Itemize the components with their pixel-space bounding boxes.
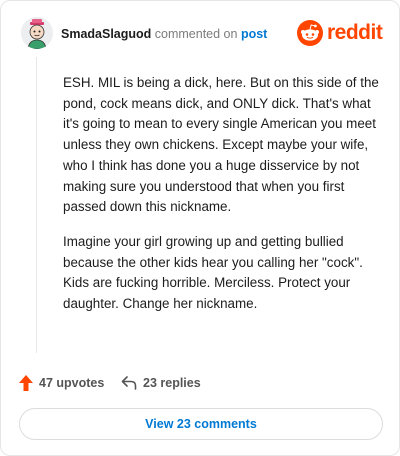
comment-paragraph: ESH. MIL is being a dick, here. But on t…: [63, 75, 379, 215]
view-comments-button[interactable]: View 23 comments: [19, 408, 383, 440]
replies-button[interactable]: 23 replies: [121, 373, 201, 393]
comment-meta: SmadaSlaguod commented on post: [61, 26, 267, 42]
comment-card: SmadaSlaguod commented on post reddit ES…: [0, 0, 400, 456]
username-link[interactable]: SmadaSlaguod: [61, 27, 151, 41]
user-avatar[interactable]: [21, 17, 53, 49]
avatar-icon: [21, 17, 53, 49]
reply-count: 23 replies: [143, 376, 201, 390]
reddit-wordmark: reddit: [327, 21, 383, 44]
reddit-logo[interactable]: reddit: [297, 20, 383, 48]
reply-arrow-icon: [121, 376, 137, 390]
comment-paragraph: Imagine your girl growing up and getting…: [63, 233, 363, 312]
upvote-arrow-icon: [19, 375, 33, 391]
reddit-snoo-icon: [297, 20, 323, 46]
upvote-count: 47 upvotes: [39, 376, 105, 390]
upvote-button[interactable]: 47 upvotes: [19, 373, 104, 393]
thread-line: [36, 57, 37, 353]
post-link[interactable]: post: [241, 27, 267, 41]
meta-verb: commented on: [154, 27, 238, 41]
action-bar: 47 upvotes 23 replies: [19, 373, 379, 393]
comment-header: SmadaSlaguod commented on post reddit: [21, 17, 383, 51]
comment-body: ESH. MIL is being a dick, here. But on t…: [63, 73, 385, 329]
